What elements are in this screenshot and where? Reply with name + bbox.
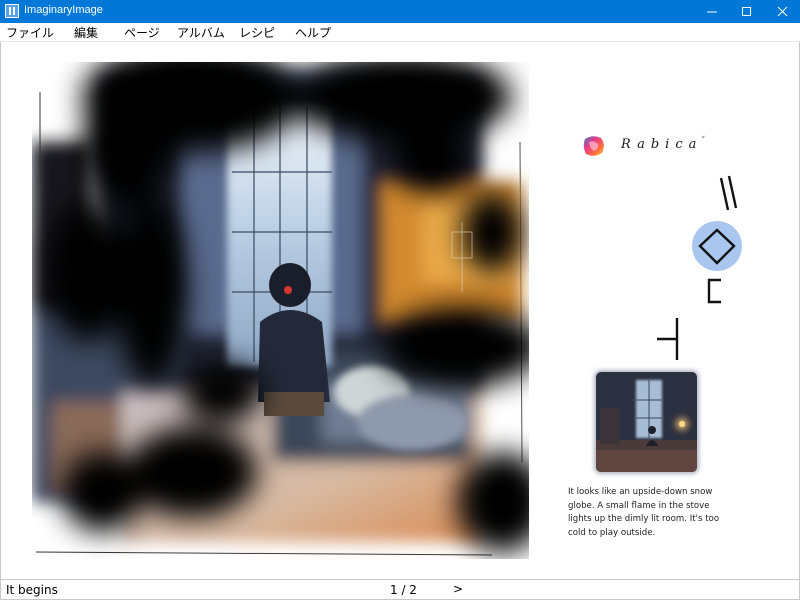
content-area: Rabica ˅ It looks like an upside-down sn… <box>0 42 800 579</box>
minimize-button[interactable] <box>694 0 728 23</box>
window-title: ImaginaryImage <box>24 4 103 16</box>
next-page-button[interactable]: > <box>453 582 463 596</box>
main-illustration <box>32 62 529 556</box>
minimize-icon <box>707 11 717 13</box>
menu-page[interactable]: ページ <box>124 24 160 41</box>
close-button[interactable] <box>765 0 799 23</box>
author-logo-icon <box>583 136 604 156</box>
chevron-down-icon: ˅ <box>701 136 706 146</box>
menu-album[interactable]: アルバム <box>177 24 225 41</box>
page-indicator: 1 / 2 <box>390 583 417 597</box>
thumbnail-image[interactable] <box>596 372 697 472</box>
maximize-button[interactable] <box>729 0 763 23</box>
menu-help[interactable]: ヘルプ <box>295 24 331 41</box>
close-icon <box>777 6 788 17</box>
status-bar: It begins 1 / 2 > <box>0 579 800 600</box>
status-text: It begins <box>6 583 58 597</box>
rotated-title-graphic <box>657 175 742 360</box>
app-icon <box>5 4 19 18</box>
menu-bar: ファイル 編集 ページ アルバム レシピ ヘルプ <box>0 23 800 42</box>
title-bar: ImaginaryImage <box>0 0 800 23</box>
maximize-icon <box>742 7 751 16</box>
menu-edit[interactable]: 編集 <box>74 24 98 41</box>
menu-recipe[interactable]: レシピ <box>239 24 275 41</box>
image-caption: It looks like an upside-down snow globe.… <box>568 487 720 538</box>
author-name: Rabica <box>621 137 703 152</box>
menu-file[interactable]: ファイル <box>6 24 54 41</box>
